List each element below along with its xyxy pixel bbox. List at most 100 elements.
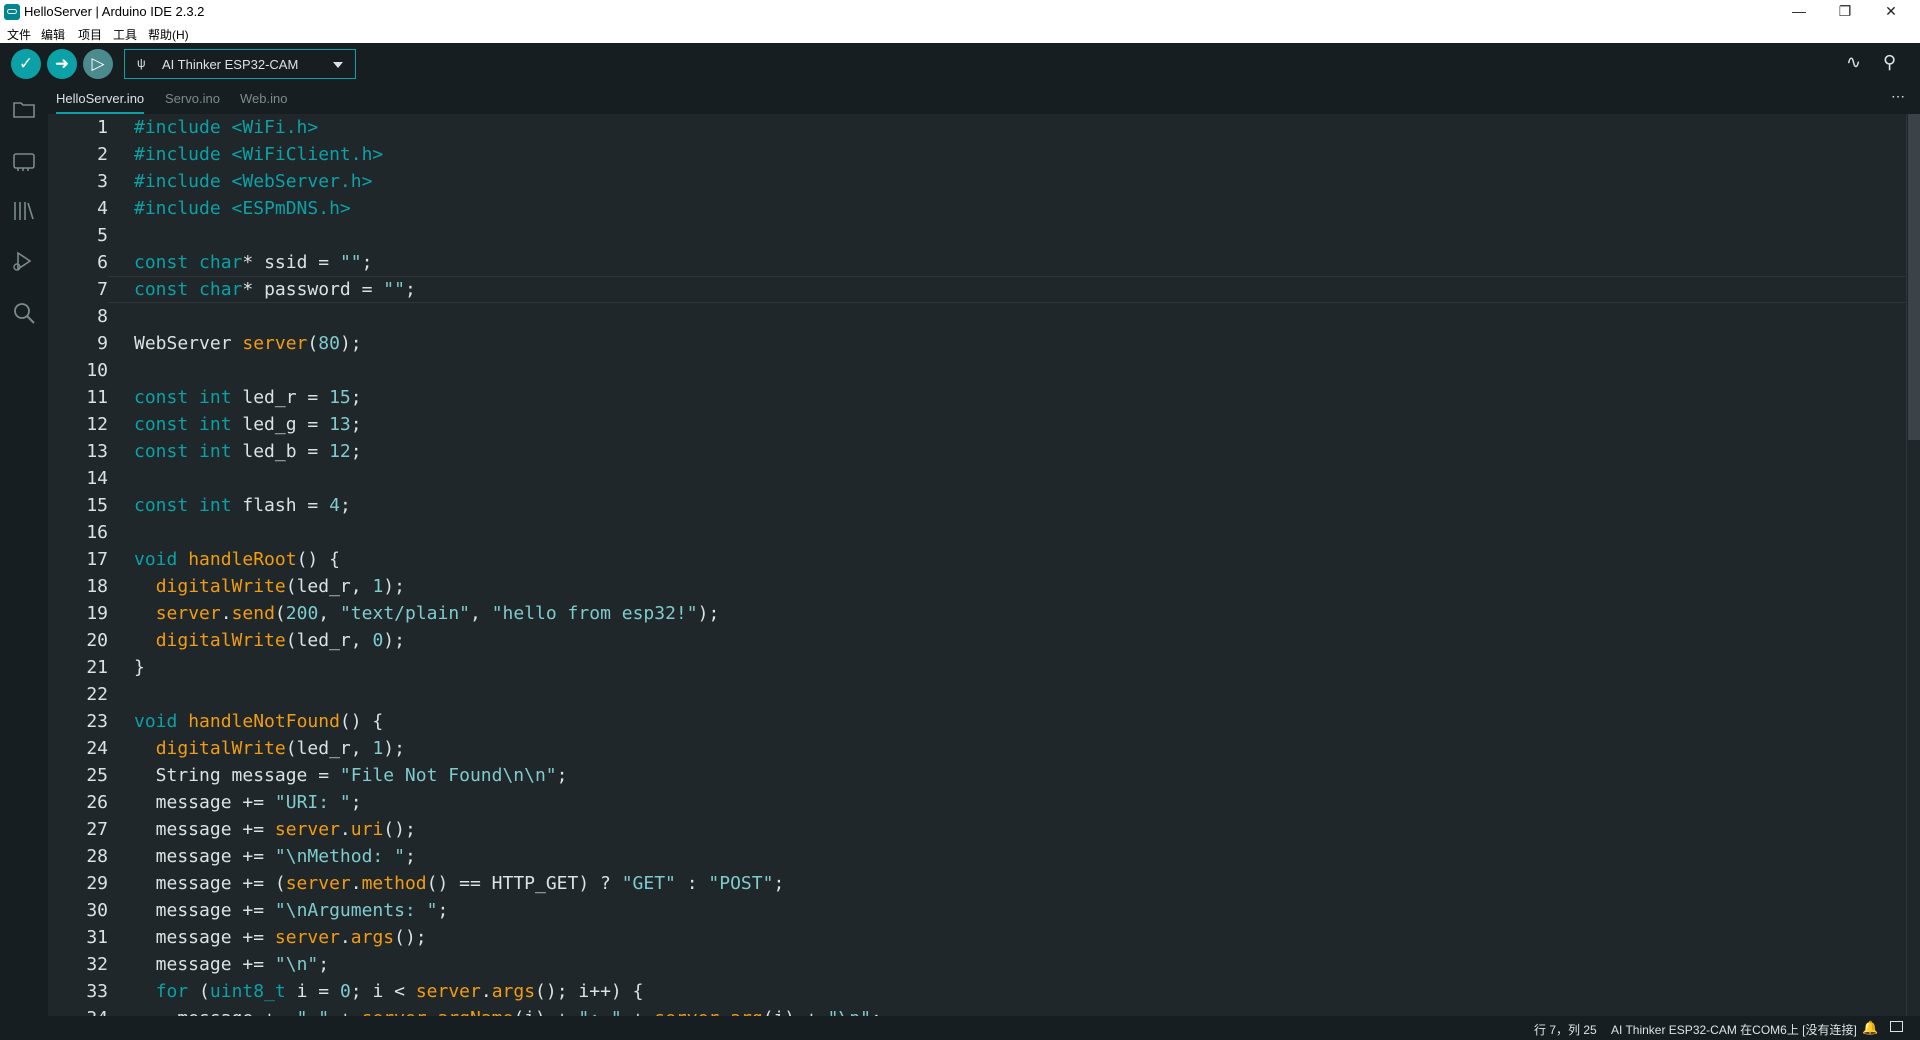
code-line[interactable]: message += " " + server.argName(i) + ": …: [134, 1005, 882, 1016]
search-icon[interactable]: [11, 300, 37, 326]
line-number: 31: [86, 927, 108, 948]
line-number: 12: [86, 414, 108, 435]
bell-icon[interactable]: 🔔: [1862, 1020, 1878, 1036]
arrow-right-icon: ➜: [54, 54, 70, 73]
code-line[interactable]: digitalWrite(led_r, 1);: [134, 735, 405, 762]
line-number: 2: [97, 144, 108, 165]
code-line[interactable]: message += server.uri();: [134, 816, 416, 843]
board-port-status[interactable]: AI Thinker ESP32-CAM 在COM6上 [没有连接]: [1611, 1021, 1857, 1038]
code-line[interactable]: message += "\nArguments: ";: [134, 897, 449, 924]
line-number-gutter: 1 2 3 4 5 6 7 8 9 10 11 12 13 14 15 16 17 18 19 20 21 22 23 24 2…: [48, 114, 108, 1016]
line-number: 10: [86, 360, 108, 381]
line-number: 5: [97, 225, 108, 246]
code-line[interactable]: void handleNotFound() {: [134, 708, 383, 735]
cursor-position[interactable]: 行 7，列 25: [1534, 1021, 1597, 1038]
line-number: 19: [86, 603, 108, 624]
code-line[interactable]: #include <ESPmDNS.h>: [134, 195, 351, 222]
code-line[interactable]: #include <WebServer.h>: [134, 168, 372, 195]
folder-icon[interactable]: [11, 96, 37, 122]
board-selector[interactable]: ψ AI Thinker ESP32-CAM: [124, 49, 356, 79]
line-number: 32: [86, 954, 108, 975]
line-number: 26: [86, 792, 108, 813]
editor-tabs: HelloServer.ino Servo.ino Web.ino ⋯: [48, 86, 1920, 114]
code-line[interactable]: String message = "File Not Found\n\n";: [134, 762, 568, 789]
line-number: 9: [97, 333, 108, 354]
debug-button[interactable]: ▷: [83, 49, 113, 79]
more-actions-icon[interactable]: ⋯: [1891, 88, 1906, 105]
panel-toggle-icon[interactable]: [1890, 1021, 1903, 1032]
code-line[interactable]: message += "\nMethod: ";: [134, 843, 416, 870]
menu-file[interactable]: 文件: [7, 26, 31, 43]
line-number: 28: [86, 846, 108, 867]
line-number: 25: [86, 765, 108, 786]
tab-helloserver[interactable]: HelloServer.ino: [56, 86, 145, 114]
code-line[interactable]: const int led_r = 15;: [134, 384, 362, 411]
verify-button[interactable]: ✓: [11, 49, 41, 79]
code-line[interactable]: const char* password = "";: [134, 276, 416, 303]
line-number: 27: [86, 819, 108, 840]
menu-sketch[interactable]: 项目: [78, 26, 102, 43]
serial-monitor-button[interactable]: ⚲: [1883, 52, 1896, 73]
menu-help[interactable]: 帮助(H): [148, 26, 189, 43]
title-bar: HelloServer | Arduino IDE 2.3.2 — ❐ ✕: [0, 0, 1920, 24]
chevron-down-icon: [333, 62, 343, 68]
line-number: 15: [86, 495, 108, 516]
line-number: 34: [48, 1005, 108, 1016]
line-number: 18: [86, 576, 108, 597]
tab-servo[interactable]: Servo.ino: [165, 86, 220, 114]
window-title: HelloServer | Arduino IDE 2.3.2: [24, 4, 205, 19]
line-number: 24: [86, 738, 108, 759]
code-line[interactable]: for (uint8_t i = 0; i < server.args(); i…: [134, 978, 644, 1005]
line-number: 4: [97, 198, 108, 219]
line-number: 13: [86, 441, 108, 462]
scrollbar-thumb[interactable]: [1908, 114, 1920, 440]
menu-bar: 文件 编辑 项目 工具 帮助(H): [0, 24, 1920, 43]
restore-button[interactable]: ❐: [1822, 0, 1868, 24]
magnifier-icon: ⚲: [1883, 52, 1897, 72]
vertical-scrollbar[interactable]: [1906, 114, 1920, 1016]
serial-plotter-button[interactable]: ∿: [1846, 52, 1861, 73]
code-line[interactable]: }: [134, 654, 145, 681]
code-line[interactable]: void handleRoot() {: [134, 546, 340, 573]
code-line[interactable]: digitalWrite(led_r, 1);: [134, 573, 405, 600]
line-number: 11: [86, 387, 108, 408]
code-line[interactable]: message += "URI: ";: [134, 789, 362, 816]
code-line[interactable]: const char* ssid = "";: [134, 249, 372, 276]
close-button[interactable]: ✕: [1868, 0, 1914, 24]
line-number: 6: [97, 252, 108, 273]
code-line[interactable]: message += server.args();: [134, 924, 427, 951]
usb-icon: ψ: [137, 56, 146, 70]
line-number: 8: [97, 306, 108, 327]
boards-manager-icon[interactable]: [11, 148, 37, 174]
code-line[interactable]: WebServer server(80);: [134, 330, 362, 357]
line-number: 29: [86, 873, 108, 894]
line-number: 3: [97, 171, 108, 192]
line-number: 7: [97, 279, 108, 300]
code-line[interactable]: const int led_b = 12;: [134, 438, 362, 465]
tab-web[interactable]: Web.ino: [240, 86, 287, 114]
line-number: 16: [86, 522, 108, 543]
code-line[interactable]: const int led_g = 13;: [134, 411, 362, 438]
code-line[interactable]: #include <WiFiClient.h>: [134, 141, 383, 168]
toolbar: ✓ ➜ ▷ ψ AI Thinker ESP32-CAM ∿ ⚲: [0, 43, 1920, 86]
line-number: 20: [86, 630, 108, 651]
code-line[interactable]: const int flash = 4;: [134, 492, 351, 519]
debug-icon[interactable]: [11, 248, 37, 274]
activity-bar: [0, 86, 48, 1016]
code-line[interactable]: #include <WiFi.h>: [134, 114, 318, 141]
upload-button[interactable]: ➜: [47, 49, 77, 79]
code-line[interactable]: message += (server.method() == HTTP_GET)…: [134, 870, 785, 897]
pulse-icon: ∿: [1846, 52, 1862, 72]
library-icon[interactable]: [11, 198, 37, 224]
menu-tools[interactable]: 工具: [113, 26, 137, 43]
line-number: 23: [86, 711, 108, 732]
code-editor[interactable]: 1 2 3 4 5 6 7 8 9 10 11 12 13 14 15 16 17 18 19 20 21 22 23 24 2…: [48, 114, 1920, 1016]
menu-edit[interactable]: 编辑: [41, 26, 65, 43]
arduino-app-icon: [4, 4, 20, 20]
code-line[interactable]: digitalWrite(led_r, 0);: [134, 627, 405, 654]
minimize-button[interactable]: —: [1776, 0, 1822, 24]
code-line[interactable]: server.send(200, "text/plain", "hello fr…: [134, 600, 720, 627]
line-number: 33: [86, 981, 108, 1002]
line-number: 21: [86, 657, 108, 678]
code-line[interactable]: message += "\n";: [134, 951, 329, 978]
